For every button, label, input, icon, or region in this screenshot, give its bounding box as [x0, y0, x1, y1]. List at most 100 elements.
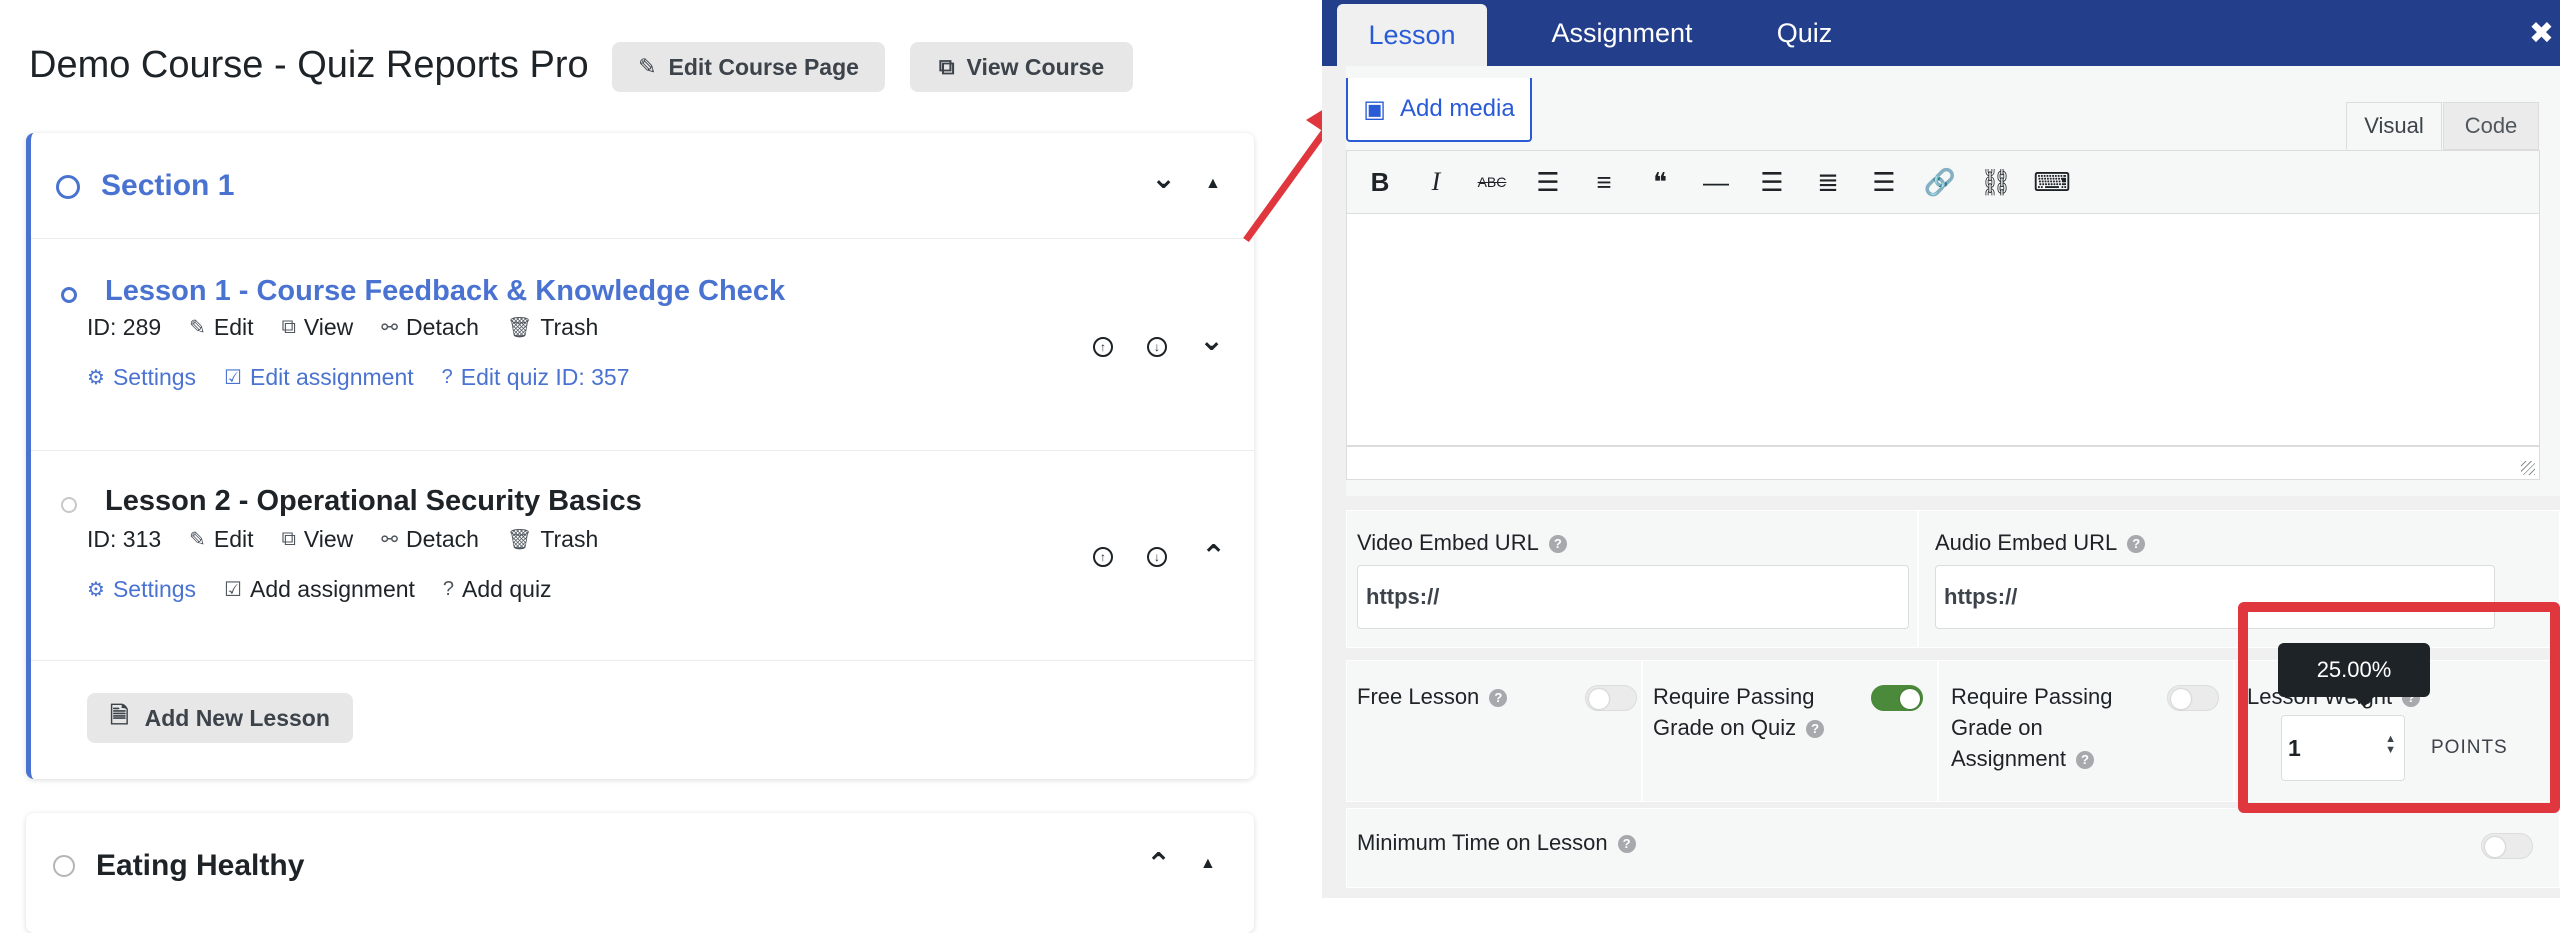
view-course-button[interactable]: ⧉ View Course [910, 42, 1133, 92]
view-course-label: View Course [966, 53, 1105, 80]
free-lesson-toggle[interactable] [1585, 685, 1637, 711]
section-title[interactable]: Eating Healthy [96, 849, 304, 883]
help-icon[interactable]: ? [1617, 835, 1636, 854]
move-up-icon[interactable]: ↑ [1093, 337, 1113, 357]
trash-link[interactable]: 🗑 Trash [507, 526, 598, 553]
section-status-icon [56, 175, 80, 199]
trash-icon: 🗑 [506, 317, 533, 339]
view-label: View [303, 314, 354, 340]
close-icon[interactable]: ✖ [2529, 16, 2554, 51]
strikethrough-icon[interactable]: ABC [1477, 167, 1507, 197]
require-quiz-cell: Require Passing Grade on Quiz? [1642, 660, 1938, 802]
media-icon: ▣ [1363, 95, 1386, 123]
unlink-icon: ⚯ [381, 529, 399, 551]
tab-lesson[interactable]: Lesson [1337, 4, 1487, 66]
edit-assignment-link[interactable]: ☑ Edit assignment [224, 364, 414, 391]
chevron-up-icon[interactable]: ⌃ [1146, 847, 1171, 882]
edit-link[interactable]: ✎ Edit [189, 314, 253, 341]
require-assignment-cell: Require Passing Grade on Assignment? [1938, 660, 2234, 802]
editor-textarea[interactable] [1346, 214, 2540, 446]
add-media-button[interactable]: ▣ Add media [1346, 78, 1532, 142]
resize-handle-icon[interactable] [2521, 461, 2535, 475]
gear-icon: ⚙ [87, 579, 105, 601]
edit-course-page-button[interactable]: ✎ Edit Course Page [612, 42, 885, 92]
help-icon[interactable]: ? [1489, 689, 1508, 708]
add-assignment-link[interactable]: ☑ Add assignment [224, 576, 415, 603]
chevron-up-icon[interactable]: ⌃ [1201, 539, 1226, 574]
minimum-time-toggle[interactable] [2481, 833, 2533, 859]
chevron-down-icon[interactable]: ⌄ [1199, 323, 1224, 358]
require-quiz-label-text: Require Passing Grade on Quiz [1653, 684, 1815, 740]
lesson-links: ⚙ Settings ☑ Add assignment ? Add quiz [87, 576, 552, 603]
section-title[interactable]: Section 1 [101, 169, 234, 203]
align-left-icon[interactable]: ☰ [1757, 167, 1787, 197]
section-card: Section 1 ⌄ ▲ Lesson 1 - Course Feedback… [26, 133, 1254, 779]
trash-label: Trash [540, 314, 599, 340]
lesson-status-icon [61, 287, 77, 303]
italic-icon[interactable]: I [1421, 167, 1451, 197]
audio-embed-label-text: Audio Embed URL [1935, 530, 2118, 555]
align-center-icon[interactable]: ≣ [1813, 167, 1843, 197]
view-link[interactable]: ⧉ View [282, 314, 354, 341]
edit-icon: ✎ [189, 529, 206, 551]
tab-assignment[interactable]: Assignment [1507, 0, 1737, 66]
content-editor: ▣ Add media Visual Code B I ABC ☰ ≡ ❝ — … [1346, 66, 2560, 496]
video-embed-label: Video Embed URL? [1357, 527, 1567, 558]
edit-link[interactable]: ✎ Edit [189, 526, 253, 553]
tab-quiz[interactable]: Quiz [1742, 0, 1867, 66]
add-quiz-link[interactable]: ? Add quiz [443, 576, 552, 603]
lesson-actions: ID: 313 ✎ Edit ⧉ View ⚯ Detach 🗑 Trash [87, 526, 598, 553]
lesson-title[interactable]: Lesson 2 - Operational Security Basics [105, 485, 642, 518]
trash-icon: 🗑 [506, 529, 533, 551]
trash-link[interactable]: 🗑 Trash [507, 314, 598, 341]
trash-label: Trash [540, 526, 599, 552]
lesson-row: Lesson 2 - Operational Security Basics I… [31, 451, 1254, 661]
lesson-title[interactable]: Lesson 1 - Course Feedback & Knowledge C… [105, 275, 785, 308]
view-link[interactable]: ⧉ View [282, 526, 354, 553]
help-icon[interactable]: ? [1548, 535, 1567, 554]
chevron-down-icon[interactable]: ⌄ [1151, 161, 1176, 196]
bold-icon[interactable]: B [1365, 167, 1395, 197]
keyboard-icon[interactable]: ⌨ [2033, 167, 2071, 197]
view-label: View [303, 526, 354, 552]
help-icon[interactable]: ? [1806, 720, 1825, 739]
collapse-triangle-icon[interactable]: ▲ [1200, 855, 1216, 873]
detach-link[interactable]: ⚯ Detach [381, 526, 479, 553]
move-up-icon[interactable]: ↑ [1093, 547, 1113, 567]
numbered-list-icon[interactable]: ≡ [1589, 167, 1619, 197]
edit-label: Edit [213, 526, 254, 552]
detach-link[interactable]: ⚯ Detach [381, 314, 479, 341]
lesson-id: ID: 313 [87, 526, 162, 552]
move-down-icon[interactable]: ↓ [1147, 547, 1167, 567]
help-icon[interactable]: ? [2075, 751, 2094, 770]
bullet-list-icon[interactable]: ☰ [1533, 167, 1563, 197]
blockquote-icon[interactable]: ❝ [1645, 167, 1675, 197]
section-card: Eating Healthy ⌃ ▲ [26, 813, 1254, 933]
edit-icon: ✎ [638, 54, 657, 79]
horizontal-rule-icon[interactable]: — [1701, 167, 1731, 197]
file-icon: 🗎 [110, 701, 129, 728]
unlink-icon[interactable]: ⛓ [1980, 167, 2013, 197]
help-icon[interactable]: ? [2127, 535, 2146, 554]
settings-link[interactable]: ⚙ Settings [87, 364, 196, 391]
free-lesson-label: Free Lesson? [1357, 681, 1508, 712]
add-new-lesson-button[interactable]: 🗎 Add New Lesson [87, 693, 353, 743]
move-down-icon[interactable]: ↓ [1147, 337, 1167, 357]
editor-statusbar [1346, 446, 2540, 480]
align-right-icon[interactable]: ☰ [1869, 167, 1899, 197]
toggle-knob [1589, 689, 1609, 709]
tab-visual[interactable]: Visual [2346, 102, 2442, 150]
edit-quiz-link[interactable]: ? Edit quiz ID: 357 [442, 364, 630, 391]
section-header[interactable]: Section 1 ⌄ ▲ [31, 133, 1254, 239]
video-embed-input[interactable]: https:// [1357, 565, 1909, 629]
question-icon: ? [442, 578, 455, 600]
require-quiz-toggle[interactable] [1871, 685, 1923, 711]
collapse-triangle-icon[interactable]: ▲ [1205, 175, 1221, 193]
require-assignment-toggle[interactable] [2167, 685, 2219, 711]
tab-code[interactable]: Code [2443, 102, 2539, 150]
link-icon[interactable]: 🔗 [1924, 167, 1956, 197]
settings-link[interactable]: ⚙ Settings [87, 576, 196, 603]
require-quiz-label: Require Passing Grade on Quiz? [1653, 681, 1853, 743]
question-icon: ? [441, 366, 453, 388]
lesson-status-icon [61, 497, 77, 513]
